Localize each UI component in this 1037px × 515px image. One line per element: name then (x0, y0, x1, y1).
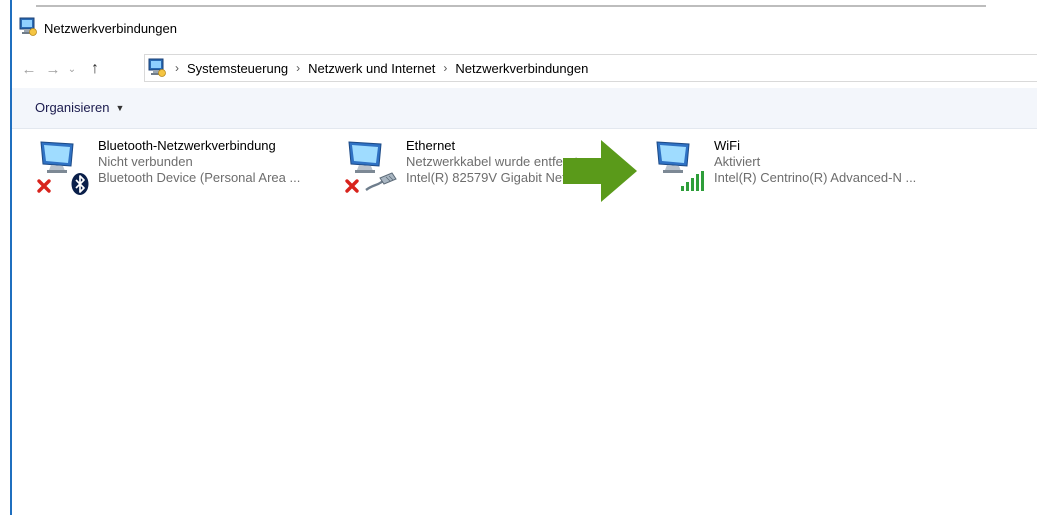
bluetooth-icon (70, 172, 90, 199)
error-x-icon (36, 178, 52, 197)
connection-device: Bluetooth Device (Personal Area ... (98, 170, 301, 185)
command-bar: Organisieren ▼ (12, 88, 1037, 129)
breadcrumb-item[interactable]: Netzwerk und Internet (308, 61, 435, 76)
network-adapter-icon (650, 138, 708, 200)
chevron-right-icon[interactable]: › (443, 61, 447, 75)
error-x-icon (344, 178, 360, 197)
chevron-down-icon: ▼ (115, 102, 125, 113)
breadcrumb-item[interactable]: Netzwerkverbindungen (455, 61, 588, 76)
recent-locations-dropdown[interactable]: ⌄ (64, 58, 80, 80)
organize-button[interactable]: Organisieren ▼ (35, 100, 124, 115)
window-title: Netzwerkverbindungen (44, 20, 177, 36)
top-divider (36, 5, 986, 7)
back-button[interactable]: ← (18, 58, 40, 80)
location-icon (147, 58, 167, 78)
chevron-right-icon[interactable]: › (175, 61, 179, 75)
connection-name: Bluetooth-Netzwerkverbindung (98, 138, 276, 153)
connection-wifi[interactable]: WiFi Aktiviert Intel(R) Centrino(R) Adva… (650, 138, 916, 202)
breadcrumb: › Systemsteuerung › Netzwerk und Interne… (175, 61, 588, 76)
title-bar: Netzwerkverbindungen (18, 16, 177, 40)
connection-status: Nicht verbunden (98, 154, 193, 169)
connection-bluetooth[interactable]: Bluetooth-Netzwerkverbindung Nicht verbu… (34, 138, 300, 202)
connection-status: Aktiviert (714, 154, 761, 169)
chevron-right-icon[interactable]: › (296, 61, 300, 75)
connection-name: WiFi (714, 138, 740, 153)
network-adapter-icon (34, 138, 92, 200)
forward-button[interactable]: → (42, 58, 64, 80)
network-connections-icon (18, 17, 38, 40)
address-field[interactable]: › Systemsteuerung › Netzwerk und Interne… (144, 54, 1037, 82)
arrow-right-icon (563, 140, 637, 202)
breadcrumb-item[interactable]: Systemsteuerung (187, 61, 288, 76)
network-adapter-icon (342, 138, 400, 200)
address-bar: ← → ⌄ ↑ › Systemsteuerung › Netzwerk und… (18, 54, 1037, 84)
signal-bars-icon (680, 170, 706, 195)
connection-device: Intel(R) Centrino(R) Advanced-N ... (714, 170, 917, 185)
organize-label: Organisieren (35, 100, 110, 115)
up-button[interactable]: ↑ (84, 58, 106, 80)
ethernet-cable-icon (364, 172, 398, 195)
window-left-edge (0, 0, 12, 515)
